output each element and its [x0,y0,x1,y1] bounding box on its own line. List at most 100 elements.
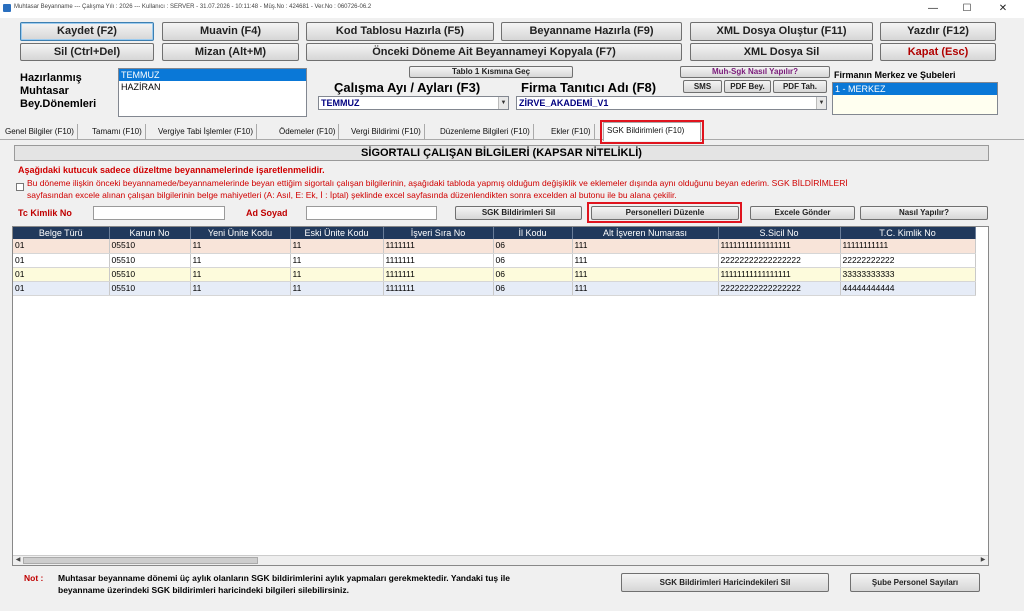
pdf-bey-button[interactable]: PDF Bey. [724,80,771,93]
sgk-table[interactable]: Belge Türü Kanun No Yeni Ünite Kodu Eski… [12,226,989,566]
table-cell[interactable]: 11111111111111111 [718,239,841,254]
table-cell[interactable]: 111 [572,253,719,268]
firm-select[interactable]: ZİRVE_AKADEMİ_V1 ▼ [516,96,827,110]
table-cell[interactable]: 11 [290,253,384,268]
table-cell[interactable]: 11 [190,267,291,282]
sube-personel-button[interactable]: Şube Personel Sayıları [850,573,980,592]
save-button[interactable]: Kaydet (F2) [20,22,154,41]
sms-button[interactable]: SMS [683,80,722,93]
table-cell[interactable]: 01 [13,267,110,282]
sgk-sil-button[interactable]: SGK Bildirimleri Sil [455,206,582,220]
minimize-button[interactable]: — [918,2,948,16]
tablo1-button[interactable]: Tablo 1 Kısmına Geç [409,66,573,78]
table-row[interactable]: 01 05510 11 11 1111111 06 111 1111111111… [13,239,976,254]
xml-sil-button[interactable]: XML Dosya Sil [690,43,873,61]
table-cell[interactable]: 05510 [109,239,191,254]
scroll-thumb[interactable] [23,557,258,564]
table-cell[interactable]: 11 [190,281,291,296]
column-header[interactable]: İşveri Sıra No [383,227,494,239]
table-cell[interactable]: 1111111 [383,253,494,268]
title-bar: Muhtasar Beyanname --- Çalışma Yılı : 20… [0,0,1024,18]
work-month-select[interactable]: TEMMUZ ▼ [318,96,509,110]
correction-checkbox[interactable] [16,183,24,191]
table-cell[interactable]: 111 [572,281,719,296]
column-header[interactable]: İl Kodu [493,227,573,239]
table-cell[interactable]: 05510 [109,281,191,296]
close-window-button[interactable]: ✕ [988,2,1018,16]
chevron-down-icon[interactable]: ▼ [816,97,826,109]
muh-sgk-help-button[interactable]: Muh-Sgk Nasıl Yapılır? [680,66,830,78]
table-cell[interactable]: 44444444444 [840,281,976,296]
table-cell[interactable]: 33333333333 [840,267,976,282]
table-row[interactable]: 01 05510 11 11 1111111 06 111 2222222222… [13,281,976,296]
table-row[interactable]: 01 05510 11 11 1111111 06 111 2222222222… [13,253,976,268]
xml-olustur-button[interactable]: XML Dosya Oluştur (F11) [690,22,873,41]
table-cell[interactable]: 11 [290,267,384,282]
column-header[interactable]: Yeni Ünite Kodu [190,227,291,239]
kod-tablosu-button[interactable]: Kod Tablosu Hazırla (F5) [306,22,494,41]
tab-duzenleme[interactable]: Düzenleme Bilgileri (F10) [437,124,534,140]
tc-input[interactable] [93,206,225,220]
table-cell[interactable]: 111 [572,267,719,282]
sgk-haric-sil-button[interactable]: SGK Bildirimleri Haricindekileri Sil [621,573,829,592]
muavin-button[interactable]: Muavin (F4) [162,22,299,41]
table-cell[interactable]: 05510 [109,253,191,268]
table-cell[interactable]: 01 [13,281,110,296]
table-cell[interactable]: 22222222222222222 [718,281,841,296]
excel-send-button[interactable]: Excele Gönder [750,206,855,220]
note-line-2: beyanname üzerindeki SGK bildirimleri ha… [58,585,349,595]
copy-previous-button[interactable]: Önceki Döneme Ait Beyannameyi Kopyala (F… [306,43,682,61]
close-button[interactable]: Kapat (Esc) [880,43,996,61]
table-cell[interactable]: 1111111 [383,281,494,296]
table-cell[interactable]: 1111111 [383,267,494,282]
branches-list[interactable]: 1 - MERKEZ [832,82,998,115]
tab-tamami[interactable]: Tamamı (F10) [89,124,146,140]
column-header[interactable]: Alt İşveren Numarası [572,227,719,239]
column-header[interactable]: S.Sicil No [718,227,841,239]
delete-button[interactable]: Sil (Ctrl+Del) [20,43,154,61]
period-item[interactable]: HAZİRAN [119,81,306,93]
scroll-left-icon[interactable]: ◀ [13,556,23,565]
table-cell[interactable]: 05510 [109,267,191,282]
scroll-right-icon[interactable]: ▶ [978,556,988,565]
table-cell[interactable]: 06 [493,239,573,254]
column-header[interactable]: T.C. Kimlik No [840,227,976,239]
table-cell[interactable]: 01 [13,253,110,268]
note-line-1: Muhtasar beyanname dönemi üç aylık olanl… [58,573,510,583]
how-to-button[interactable]: Nasıl Yapılır? [860,206,988,220]
tab-vergiye-tabi[interactable]: Vergiye Tabi İşlemler (F10) [155,124,257,140]
maximize-button[interactable]: ☐ [952,2,982,16]
tab-vergi-bildirimi[interactable]: Vergi Bildirimi (F10) [348,124,425,140]
table-cell[interactable]: 11 [190,239,291,254]
name-input[interactable] [306,206,437,220]
table-cell[interactable]: 1111111 [383,239,494,254]
table-cell[interactable]: 01 [13,239,110,254]
branch-item[interactable]: 1 - MERKEZ [833,83,997,95]
table-cell[interactable]: 22222222222222222 [718,253,841,268]
table-cell[interactable]: 06 [493,253,573,268]
table-cell[interactable]: 06 [493,281,573,296]
periods-list[interactable]: TEMMUZ HAZİRAN [118,68,307,117]
tab-genel-bilgiler[interactable]: Genel Bilgiler (F10) [2,124,78,140]
chevron-down-icon[interactable]: ▼ [498,97,508,109]
tab-ekler[interactable]: Ekler (F10) [548,124,595,140]
table-cell[interactable]: 11 [190,253,291,268]
mizan-button[interactable]: Mizan (Alt+M) [162,43,299,61]
print-button[interactable]: Yazdır (F12) [880,22,996,41]
pdf-tah-button[interactable]: PDF Tah. [773,80,827,93]
beyanname-hazirla-button[interactable]: Beyanname Hazırla (F9) [501,22,682,41]
column-header[interactable]: Kanun No [109,227,191,239]
table-cell[interactable]: 11111111111111111 [718,267,841,282]
column-header[interactable]: Belge Türü [13,227,110,239]
table-cell[interactable]: 11 [290,281,384,296]
table-cell[interactable]: 11 [290,239,384,254]
table-row[interactable]: 01 05510 11 11 1111111 06 111 1111111111… [13,267,976,282]
horizontal-scrollbar[interactable]: ◀ ▶ [13,555,988,565]
table-cell[interactable]: 11111111111 [840,239,976,254]
table-cell[interactable]: 111 [572,239,719,254]
tab-odemeler[interactable]: Ödemeler (F10) [276,124,340,140]
column-header[interactable]: Eski Ünite Kodu [290,227,384,239]
table-cell[interactable]: 22222222222 [840,253,976,268]
period-item[interactable]: TEMMUZ [119,69,306,81]
table-cell[interactable]: 06 [493,267,573,282]
